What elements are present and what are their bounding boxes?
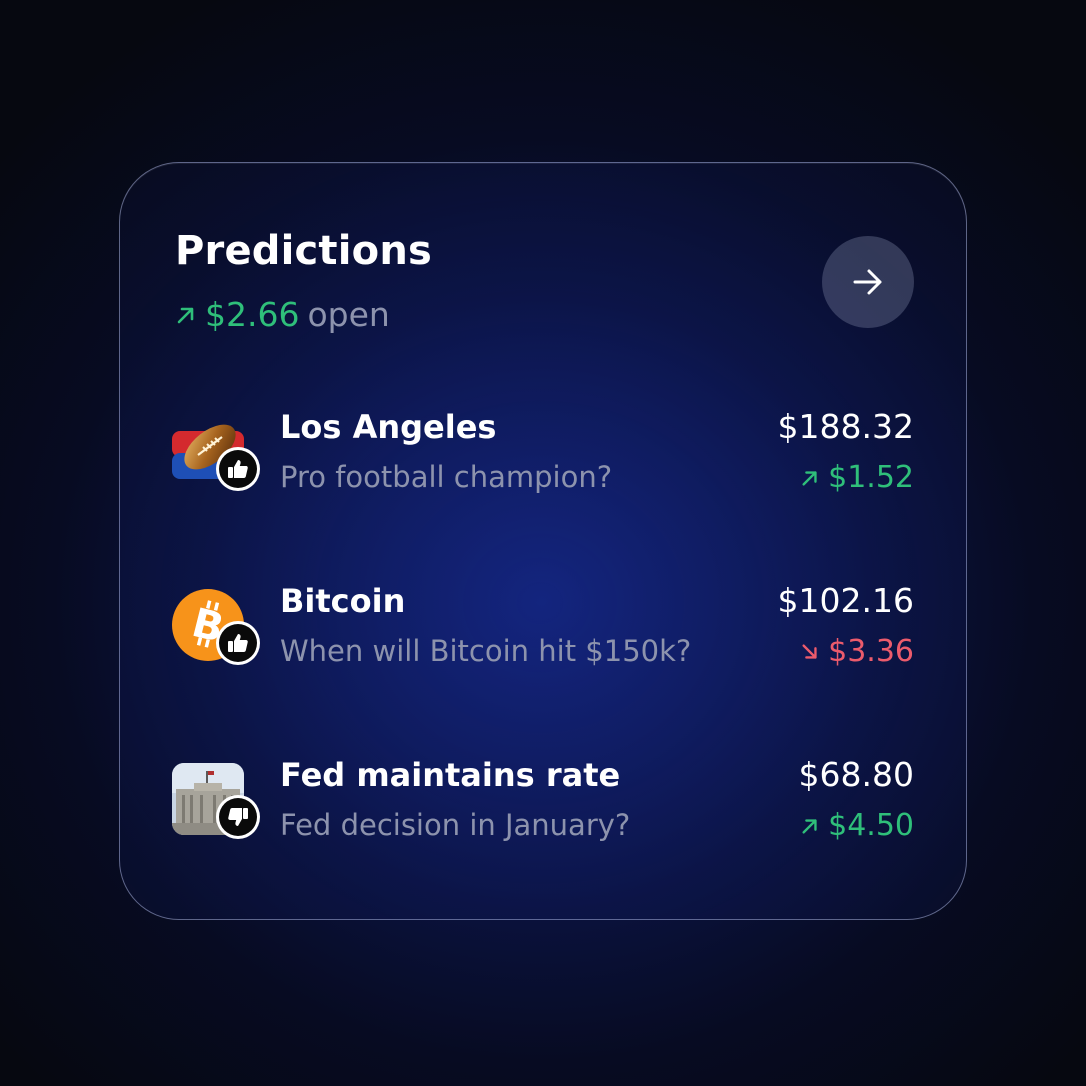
thumbs-up-icon: [228, 634, 248, 652]
predictions-card[interactable]: Predictions $2.66 open Los Angeles Pro f…: [119, 162, 967, 920]
thumbs-down-badge: [216, 795, 260, 839]
thumbs-up-badge: [216, 621, 260, 665]
arrow-down-right-icon: [802, 644, 817, 659]
arrow-right-icon: [853, 269, 882, 295]
change-amount: $1.52: [828, 460, 914, 495]
prediction-question: When will Bitcoin hit $150k?: [280, 634, 692, 668]
prediction-row-los-angeles[interactable]: Los Angeles Pro football champion? $188.…: [172, 407, 914, 507]
arrow-up-right-icon: [177, 307, 194, 324]
prediction-question: Fed decision in January?: [280, 808, 631, 842]
arrow-up-right-icon: [802, 819, 817, 834]
open-label: open: [307, 295, 390, 334]
prediction-value: $68.80: [798, 755, 914, 794]
open-amount: $2.66: [205, 295, 300, 334]
thumbs-up-icon: [228, 460, 248, 478]
arrow-up-right-icon: [802, 471, 817, 486]
prediction-change: $4.50: [800, 806, 914, 846]
view-all-button[interactable]: [822, 236, 914, 328]
change-amount: $3.36: [828, 634, 914, 669]
card-title: Predictions: [175, 228, 433, 274]
prediction-title: Fed maintains rate: [280, 756, 621, 794]
prediction-question: Pro football champion?: [280, 460, 613, 494]
prediction-title: Bitcoin: [280, 582, 406, 620]
prediction-value: $102.16: [777, 581, 914, 620]
thumbs-up-badge: [216, 447, 260, 491]
change-amount: $4.50: [828, 808, 914, 843]
prediction-row-bitcoin[interactable]: B Bitcoin When will Bitcoin hit $150k? $…: [172, 581, 914, 681]
prediction-change: $1.52: [800, 458, 914, 498]
thumbs-down-icon: [228, 808, 248, 826]
prediction-value: $188.32: [777, 407, 914, 446]
prediction-row-fed[interactable]: Fed maintains rate Fed decision in Janua…: [172, 755, 914, 855]
prediction-title: Los Angeles: [280, 408, 497, 446]
open-summary: $2.66 open: [175, 295, 390, 335]
prediction-change: $3.36: [800, 632, 914, 672]
